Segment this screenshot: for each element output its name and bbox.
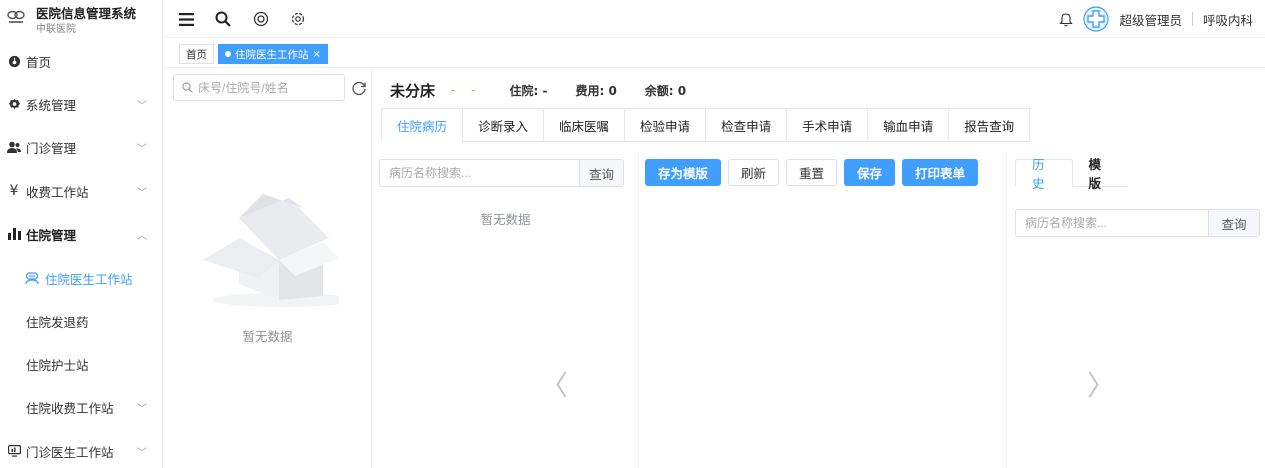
close-icon[interactable]: × [313, 49, 321, 60]
tab-surgery-request[interactable]: 手术申请 [787, 108, 869, 142]
empty-box-illustration [203, 194, 339, 307]
history-panel: 历史 模版 查询 〉 [1007, 154, 1265, 468]
tab-report-query[interactable]: 报告查询 [949, 108, 1031, 142]
sidebar-item-inpatient-doctor[interactable]: 住院医生工作站 [0, 263, 163, 293]
sidebar-item-label: 首页 [26, 54, 52, 70]
history-tabs: 历史 模版 [1015, 157, 1129, 191]
tab-medical-record[interactable]: 住院病历 [381, 108, 464, 142]
sidebar-item-inpatient-billing[interactable]: 住院收费工作站 ﹀ [0, 392, 163, 422]
gear-icon[interactable] [289, 10, 307, 28]
search-icon [182, 82, 193, 93]
sidebar-item-nurse[interactable]: 住院护士站 [0, 349, 163, 379]
sidebar-item-dispense[interactable]: 住院发退药 [0, 306, 163, 336]
doctor-icon [25, 271, 39, 285]
chevron-down-icon: ﹀ [137, 143, 147, 155]
sidebar-item-system[interactable]: 系统管理 ﹀ [0, 89, 163, 119]
collapse-right-icon[interactable]: 〉 [1087, 364, 1115, 404]
balance-amount: 余额: 0 [644, 83, 687, 98]
record-list-panel: 查询 暂无数据 〈 [378, 154, 639, 468]
bed-status: 未分床 [390, 81, 436, 100]
top-header: 超级管理员 呼吸内科 [163, 0, 1265, 38]
chevron-down-icon: ﹀ [137, 403, 147, 415]
record-search-input[interactable] [380, 160, 579, 186]
users-icon [7, 140, 21, 154]
sidebar-item-label: 住院管理 [26, 227, 77, 243]
logo-icon [7, 10, 25, 23]
avatar[interactable] [1083, 6, 1110, 32]
refresh-button[interactable]: 刷新 [728, 159, 779, 186]
sidebar-item-label: 系统管理 [26, 97, 77, 113]
empty-text: 暂无数据 [480, 212, 531, 227]
empty-text: 暂无数据 [242, 329, 293, 344]
menu-toggle-icon[interactable] [177, 10, 195, 28]
tab-orders[interactable]: 临床医嘱 [544, 108, 626, 142]
sidebar-item-label: 门诊医生工作站 [26, 444, 114, 460]
gear-icon [7, 97, 21, 111]
yen-icon: ¥ [9, 183, 19, 199]
patient-search-box [173, 74, 345, 101]
sidebar-item-home[interactable]: 首页 [0, 46, 163, 76]
bar-chart-icon [7, 227, 21, 241]
record-editor-panel: 存为模版 刷新 重置 保存 打印表单 [639, 154, 1007, 468]
reset-button[interactable]: 重置 [786, 159, 837, 186]
inpatient-number: 住院: - [509, 83, 548, 98]
tab-lab-request[interactable]: 检验申请 [625, 108, 707, 142]
history-search-input[interactable] [1016, 210, 1208, 236]
sidebar-item-outpatient-doctor[interactable]: 门诊医生工作站 ﹀ [0, 436, 163, 466]
history-search-group: 查询 [1015, 209, 1260, 237]
sidebar-item-inpatient[interactable]: 住院管理 ︿ [0, 219, 163, 249]
user-area: 超级管理员 呼吸内科 [1059, 6, 1253, 32]
sidebar-item-label: 住院发退药 [26, 314, 89, 330]
search-icon[interactable] [214, 10, 232, 28]
history-query-button[interactable]: 查询 [1208, 210, 1259, 236]
print-form-button[interactable]: 打印表单 [902, 159, 978, 186]
patient-info-bar: 未分床 - - 住院: - 费用: 0 余额: 0 [390, 80, 714, 100]
hospital-name: 中联医院 [36, 24, 76, 35]
save-as-template-button[interactable]: 存为模版 [645, 159, 721, 186]
record-query-button[interactable]: 查询 [579, 160, 623, 186]
chevron-down-icon: ﹀ [137, 100, 147, 112]
sidebar-item-billing[interactable]: ¥ 收费工作站 ﹀ [0, 176, 163, 206]
monitor-icon [7, 444, 21, 458]
fee-amount: 费用: 0 [575, 83, 617, 98]
save-button[interactable]: 保存 [844, 159, 895, 186]
tab-history[interactable]: 历史 [1015, 157, 1073, 191]
brand: 医院信息管理系统 中联医院 [0, 0, 163, 38]
sidebar-item-label: 收费工作站 [26, 184, 89, 200]
sidebar: 医院信息管理系统 中联医院 首页 系统管理 ﹀ 门诊管理 ﹀ ¥ 收费工作站 ﹀… [0, 0, 163, 468]
active-dot [225, 51, 231, 57]
patient-search-input[interactable] [198, 80, 338, 95]
tab-exam-request[interactable]: 检查申请 [706, 108, 788, 142]
bell-icon[interactable] [1059, 12, 1074, 27]
tag-label: 住院医生工作站 [235, 48, 309, 61]
sidebar-item-label: 住院收费工作站 [26, 400, 114, 416]
divider [1191, 12, 1193, 26]
patient-list-panel: 暂无数据 [163, 68, 372, 468]
tab-diagnosis[interactable]: 诊断录入 [463, 108, 545, 142]
sidebar-item-label: 门诊管理 [26, 140, 77, 156]
tag-inpatient-doctor[interactable]: 住院医生工作站 × [218, 44, 328, 64]
patient-name-placeholder: - - [451, 83, 482, 97]
tags-view: 首页 住院医生工作站 × [163, 38, 1265, 68]
collapse-left-icon[interactable]: 〈 [540, 364, 568, 404]
help-icon[interactable] [252, 10, 270, 28]
chevron-down-icon: ﹀ [137, 187, 147, 199]
refresh-icon[interactable] [351, 80, 367, 96]
tab-template[interactable]: 模版 [1073, 157, 1129, 191]
tab-transfusion-request[interactable]: 输血申请 [868, 108, 950, 142]
user-name[interactable]: 超级管理员 [1119, 10, 1182, 29]
department-name[interactable]: 呼吸内科 [1203, 10, 1253, 29]
sidebar-item-outpatient[interactable]: 门诊管理 ﹀ [0, 132, 163, 162]
record-search-group: 查询 [379, 159, 624, 187]
chevron-down-icon: ﹀ [137, 447, 147, 459]
tag-home[interactable]: 首页 [179, 44, 214, 64]
dashboard-icon [7, 54, 21, 68]
sidebar-item-label: 住院医生工作站 [45, 271, 133, 287]
main-panel: 未分床 - - 住院: - 费用: 0 余额: 0 住院病历 诊断录入 临床医嘱… [372, 68, 1265, 468]
workstation-tabs: 住院病历 诊断录入 临床医嘱 检验申请 检查申请 手术申请 输血申请 报告查询 [381, 108, 1031, 142]
tag-label: 首页 [186, 48, 207, 61]
chevron-up-icon: ︿ [137, 230, 147, 242]
sidebar-item-label: 住院护士站 [26, 357, 89, 373]
